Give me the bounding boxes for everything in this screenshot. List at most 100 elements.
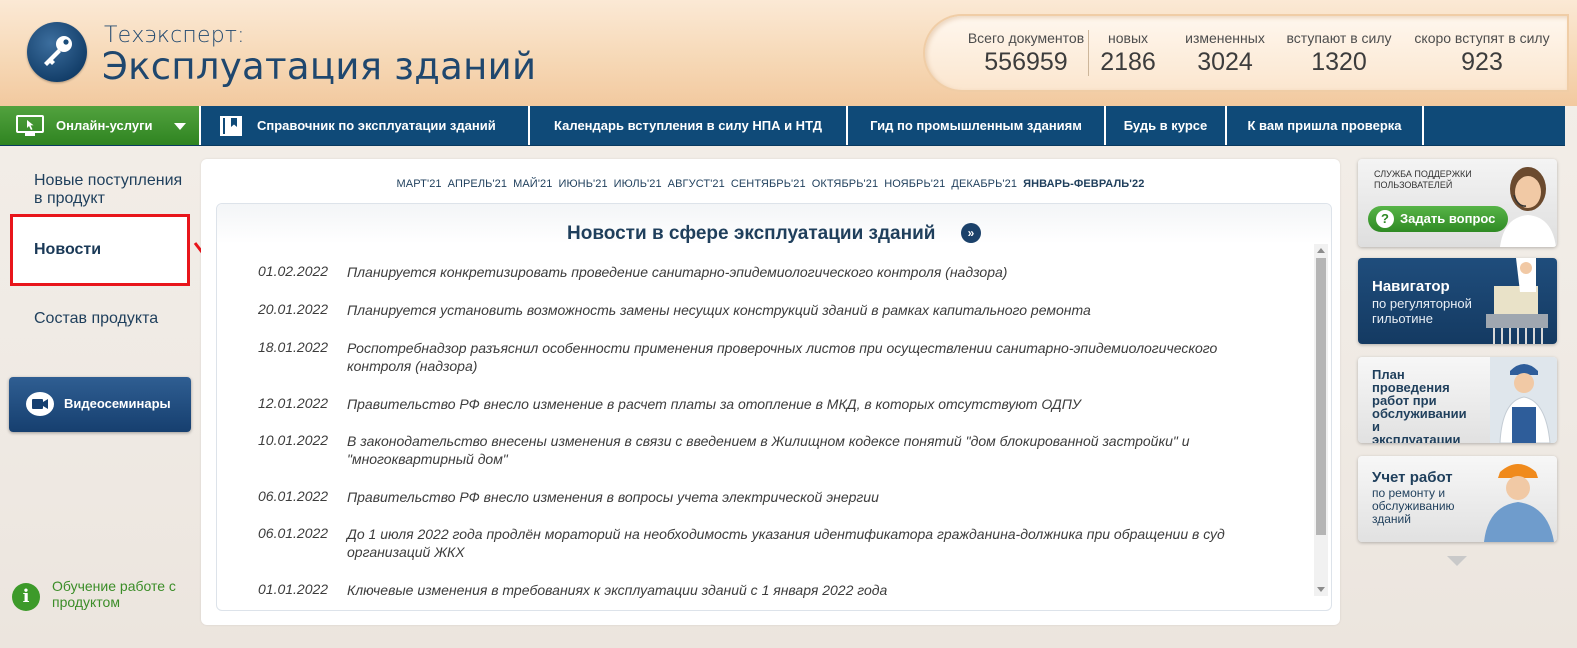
- stat-value: 2186: [1100, 48, 1156, 76]
- monitor-icon: [16, 115, 44, 136]
- news-link[interactable]: В законодательство внесены изменения в с…: [347, 432, 1227, 468]
- scroll-thumb[interactable]: [1316, 258, 1326, 535]
- navigator-banner[interactable]: Навигатор по регуляторной гильотине: [1358, 258, 1557, 344]
- sidebar-news-label: Новости: [34, 241, 102, 258]
- camera-icon: [26, 392, 54, 416]
- online-services-label: Онлайн-услуги: [56, 118, 153, 133]
- shredder-image: [1486, 258, 1548, 344]
- news-link[interactable]: Планируется конкретизировать проведение …: [347, 263, 1227, 281]
- stat-value: 556959: [984, 48, 1068, 76]
- double-chevron-right-icon[interactable]: »: [961, 223, 981, 243]
- chevron-down-icon: [174, 123, 186, 130]
- stat-changed[interactable]: измененных 3024: [1175, 16, 1275, 90]
- work-accounting-subtitle: по ремонту и обслуживанию зданий: [1372, 486, 1455, 526]
- news-link[interactable]: Правительство РФ внесло изменения в вопр…: [347, 488, 1227, 506]
- news-date: 18.01.2022: [258, 339, 329, 355]
- learn-product-link[interactable]: Обучение работе с продуктом: [52, 578, 182, 610]
- logo[interactable]: [27, 22, 87, 82]
- month-tab[interactable]: АПРЕЛЬ'21: [448, 178, 507, 190]
- nav-label: Справочник по эксплуатации зданий: [257, 118, 496, 133]
- news-date: 12.01.2022: [258, 395, 329, 411]
- maintenance-plan-text: План проведения работ при обслуживании и…: [1372, 367, 1467, 443]
- month-tab[interactable]: ЯНВАРЬ-ФЕВРАЛЬ'22: [1023, 178, 1144, 190]
- month-tab[interactable]: СЕНТЯБРЬ'21: [731, 178, 806, 190]
- month-tab[interactable]: ДЕКАБРЬ'21: [951, 178, 1017, 190]
- news-date: 01.02.2022: [258, 263, 329, 279]
- news-date: 10.01.2022: [258, 432, 329, 448]
- news-link[interactable]: Ключевые изменения в требованиях к экспл…: [347, 581, 1227, 599]
- stat-divider: [1088, 30, 1089, 76]
- nav-empty: [1422, 106, 1565, 145]
- news-box: Новости в сфере эксплуатации зданий » 01…: [216, 203, 1332, 611]
- news-link[interactable]: Планируется установить возможность замен…: [347, 301, 1227, 319]
- month-tab[interactable]: ИЮЛЬ'21: [614, 178, 662, 190]
- book-icon: [220, 116, 242, 136]
- news-date: 06.01.2022: [258, 488, 329, 504]
- news-title[interactable]: Новости в сфере эксплуатации зданий: [567, 223, 935, 245]
- maintenance-plan-banner[interactable]: План проведения работ при обслуживании и…: [1358, 357, 1557, 443]
- online-services-menu[interactable]: Онлайн-услуги: [0, 106, 199, 145]
- month-tab[interactable]: МАЙ'21: [513, 178, 552, 190]
- stat-soon[interactable]: скоро вступят в силу 923: [1409, 16, 1555, 90]
- news-date: 06.01.2022: [258, 525, 329, 541]
- month-tab[interactable]: ИЮНЬ'21: [558, 178, 607, 190]
- month-tab[interactable]: АВГУСТ'21: [668, 178, 725, 190]
- nav-label: Будь в курсе: [1123, 118, 1208, 133]
- brand-title: Эксплуатация зданий: [102, 45, 537, 88]
- nav-stay-informed[interactable]: Будь в курсе: [1104, 106, 1225, 145]
- news-link[interactable]: Правительство РФ внесло изменение в расч…: [347, 395, 1227, 413]
- main-nav: Онлайн-услуги Справочник по эксплуатации…: [0, 106, 1565, 146]
- document-stats: Всего документов 556959 новых 2186 измен…: [925, 16, 1567, 90]
- sidebar-new-items[interactable]: Новые поступления в продукт: [34, 172, 194, 208]
- stat-label: вступают в силу: [1286, 30, 1392, 46]
- stat-label: Всего документов: [967, 30, 1085, 46]
- sidebar-composition[interactable]: Состав продукта: [34, 310, 158, 328]
- nav-label: К вам пришла проверка: [1247, 118, 1402, 133]
- header: Техэксперт: Эксплуатация зданий Всего до…: [0, 0, 1577, 106]
- support-banner[interactable]: Служба поддержки пользователей ? Задать в…: [1358, 159, 1557, 247]
- video-seminars-label: Видеосеминары: [64, 396, 171, 411]
- news-link[interactable]: До 1 июля 2022 года продлён мораторий на…: [347, 525, 1227, 561]
- key-icon: [44, 36, 72, 66]
- nav-label: Календарь вступления в силу НПА и НТД: [554, 118, 822, 133]
- work-accounting-title: Учет работ: [1372, 469, 1453, 486]
- navigator-title: Навигатор: [1372, 278, 1450, 295]
- stat-value: 923: [1461, 48, 1503, 76]
- builder-image: [1484, 464, 1554, 542]
- sidebar-news[interactable]: Новости: [10, 214, 190, 286]
- nav-industrial-guide[interactable]: Гид по промышленным зданиям: [846, 106, 1104, 145]
- stat-entering[interactable]: вступают в силу 1320: [1280, 16, 1398, 90]
- ask-question-button[interactable]: ? Задать вопрос: [1368, 206, 1508, 232]
- navigator-subtitle: по регуляторной гильотине: [1372, 296, 1472, 326]
- support-label: Служба поддержки пользователей: [1374, 169, 1472, 190]
- month-tabs: МАРТ'21 АПРЕЛЬ'21 МАЙ'21 ИЮНЬ'21 ИЮЛЬ'21 АВГУ…: [201, 178, 1340, 190]
- stat-new[interactable]: новых 2186: [1093, 16, 1163, 90]
- ask-question-label: Задать вопрос: [1400, 211, 1496, 226]
- news-date: 01.01.2022: [258, 581, 329, 597]
- stat-label: новых: [1107, 30, 1149, 46]
- main-panel: МАРТ'21 АПРЕЛЬ'21 МАЙ'21 ИЮНЬ'21 ИЮЛЬ'21 АВГУ…: [201, 159, 1340, 625]
- stat-total[interactable]: Всего документов 556959: [951, 16, 1101, 90]
- stat-value: 3024: [1197, 48, 1253, 76]
- news-link[interactable]: Роспотребнадзор разъяснил особенности пр…: [347, 339, 1227, 375]
- nav-calendar[interactable]: Календарь вступления в силу НПА и НТД: [528, 106, 846, 145]
- scroll-down-icon[interactable]: [1317, 587, 1325, 592]
- support-agent-image: [1500, 167, 1556, 247]
- month-tab[interactable]: МАРТ'21: [397, 178, 442, 190]
- nav-label: Гид по промышленным зданиям: [870, 118, 1082, 133]
- scroll-up-icon[interactable]: [1317, 248, 1325, 253]
- banners-scroll-down-icon[interactable]: [1447, 556, 1467, 566]
- nav-building-reference[interactable]: Справочник по эксплуатации зданий: [199, 106, 528, 145]
- scrollbar[interactable]: [1314, 244, 1328, 596]
- news-date: 20.01.2022: [258, 301, 329, 317]
- work-accounting-banner[interactable]: Учет работ по ремонту и обслуживанию зда…: [1358, 456, 1557, 542]
- nav-inspection[interactable]: К вам пришла проверка: [1225, 106, 1422, 145]
- month-tab[interactable]: НОЯБРЬ'21: [884, 178, 945, 190]
- video-seminars-button[interactable]: Видеосеминары: [9, 377, 191, 432]
- info-icon[interactable]: i: [12, 583, 40, 611]
- stat-label: измененных: [1185, 30, 1265, 46]
- stat-value: 1320: [1311, 48, 1367, 76]
- month-tab[interactable]: ОКТЯБРЬ'21: [812, 178, 879, 190]
- stat-label: скоро вступят в силу: [1414, 30, 1550, 46]
- worker-image: [1490, 357, 1557, 443]
